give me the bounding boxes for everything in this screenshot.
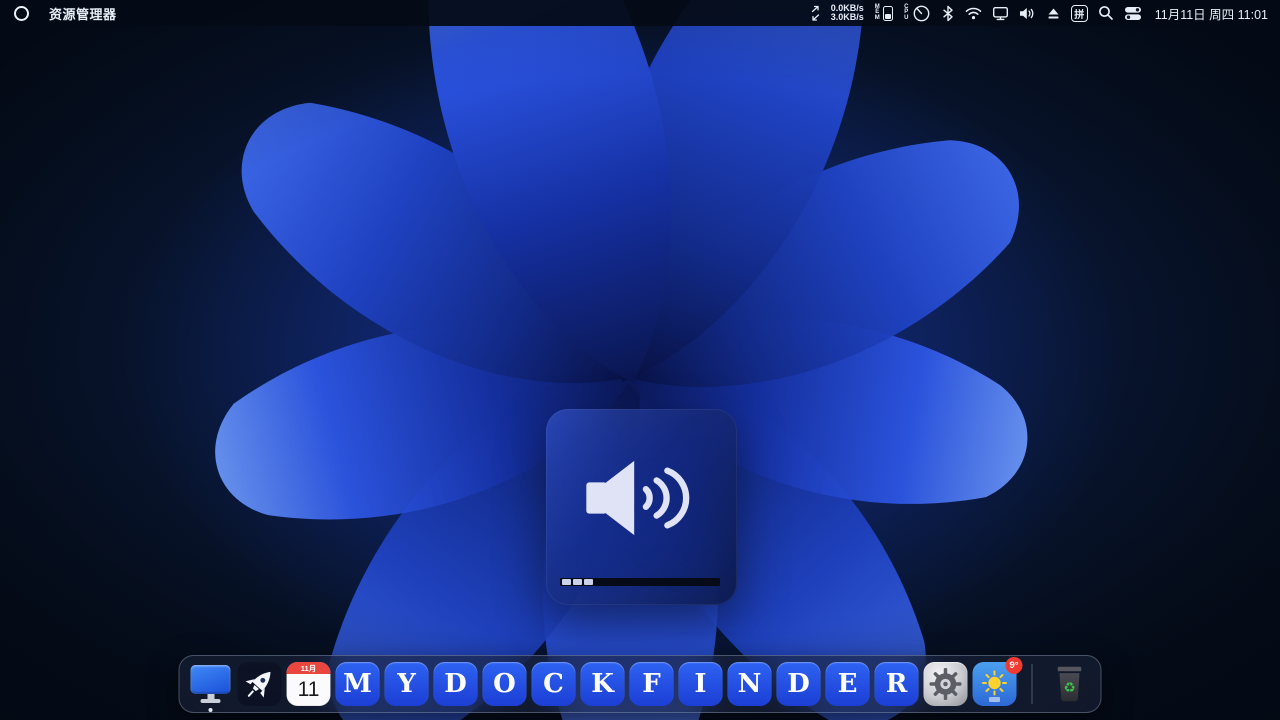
dock-item-letter-e[interactable]: E [825,662,870,706]
dock-separator [1031,664,1033,704]
display-icon[interactable] [992,6,1009,21]
dock-item-letter-r[interactable]: R [874,662,919,706]
letter-tile-label: O [493,669,516,699]
monitor-icon [190,665,231,703]
calendar-day: 11 [297,678,320,701]
letter-tile-label: F [642,669,661,699]
dock-item-letter-d1[interactable]: D [433,662,478,706]
letter-tile-label: N [737,669,762,699]
gear-icon [923,662,968,706]
dock-item-settings[interactable] [923,662,968,706]
search-icon[interactable] [1098,5,1114,21]
letter-tile-label: E [837,669,858,699]
cpu-gauge-icon [913,5,930,21]
dock-item-launchpad[interactable] [237,662,282,706]
dock-item-weather[interactable]: 9° [972,657,1023,706]
letter-tile-label: I [694,669,707,699]
letter-tile-label: M [343,669,372,699]
letter-tile-label: K [591,669,614,699]
cpu-label: CPU [904,3,909,21]
dock-item-letter-o[interactable]: O [482,662,527,706]
letter-tile-label: D [444,669,467,699]
volume-bar-track [560,578,720,586]
wifi-icon[interactable] [965,6,982,20]
volume-segments [562,579,593,585]
rocket-icon [237,662,282,706]
letter-tile-label: C [543,669,564,699]
apple-menu-logo-icon[interactable] [14,5,29,21]
dock: 11月 11 M Y D O C K F I N D E R 9° ♻︎ [178,655,1102,713]
sun-icon [982,670,1007,696]
control-center-icon[interactable] [1124,6,1142,21]
download-speed: 3.0KB/s [830,12,864,22]
dock-item-letter-d2[interactable]: D [776,662,821,706]
input-method-label: 拼 [1074,9,1085,21]
svg-text:♻︎: ♻︎ [1063,680,1075,696]
input-method-icon[interactable]: 拼 [1070,4,1088,22]
letter-tile-label: R [885,669,908,699]
weather-location-text [989,697,1000,702]
volume-segment [562,579,571,585]
letter-tile-label: D [787,669,810,699]
dock-item-letter-y[interactable]: Y [384,662,429,706]
memory-label: MEM [874,3,880,21]
dock-item-calendar[interactable]: 11月 11 [286,662,331,706]
cpu-meter[interactable]: CPU [903,4,931,23]
memory-meter[interactable]: MEM [874,3,893,22]
dock-item-letter-c[interactable]: C [531,662,576,706]
volume-segment [584,579,593,585]
menu-bar: 资源管理器 0.0KB/s 3.0KB/s MEM CPU 拼 11月11日 周… [0,0,1280,26]
letter-tile-label: Y [397,669,416,699]
weather-badge: 9° [1005,657,1023,674]
network-speeds[interactable]: 0.0KB/s 3.0KB/s [830,3,864,23]
calendar-icon: 11月 11 [286,662,331,706]
volume-segment [573,579,582,585]
eject-icon[interactable] [1046,6,1061,21]
datetime[interactable]: 11月11日 周四 11:01 [1155,4,1268,23]
dock-item-file-manager[interactable] [189,662,233,706]
weather-icon: 9° [972,657,1023,706]
desktop: 资源管理器 0.0KB/s 3.0KB/s MEM CPU 拼 11月11日 周… [0,0,1280,720]
dock-item-letter-i[interactable]: I [678,662,723,706]
dock-item-letter-m[interactable]: M [335,662,380,706]
bluetooth-icon[interactable] [941,5,955,22]
dock-item-trash[interactable]: ♻︎ [1048,662,1092,706]
calendar-month: 11月 [286,662,331,674]
dock-item-letter-k[interactable]: K [580,662,625,706]
volume-icon[interactable] [1019,6,1036,21]
wallpaper-bloom [0,0,1280,720]
network-arrows-icon[interactable] [810,5,821,22]
speaker-icon [585,460,689,536]
active-app-title[interactable]: 资源管理器 [49,4,117,23]
dock-item-letter-f[interactable]: F [629,662,674,706]
memory-gauge-icon [882,5,893,21]
dock-item-letter-n[interactable]: N [727,662,772,706]
volume-osd [546,409,737,605]
trash-icon: ♻︎ [1057,666,1082,702]
